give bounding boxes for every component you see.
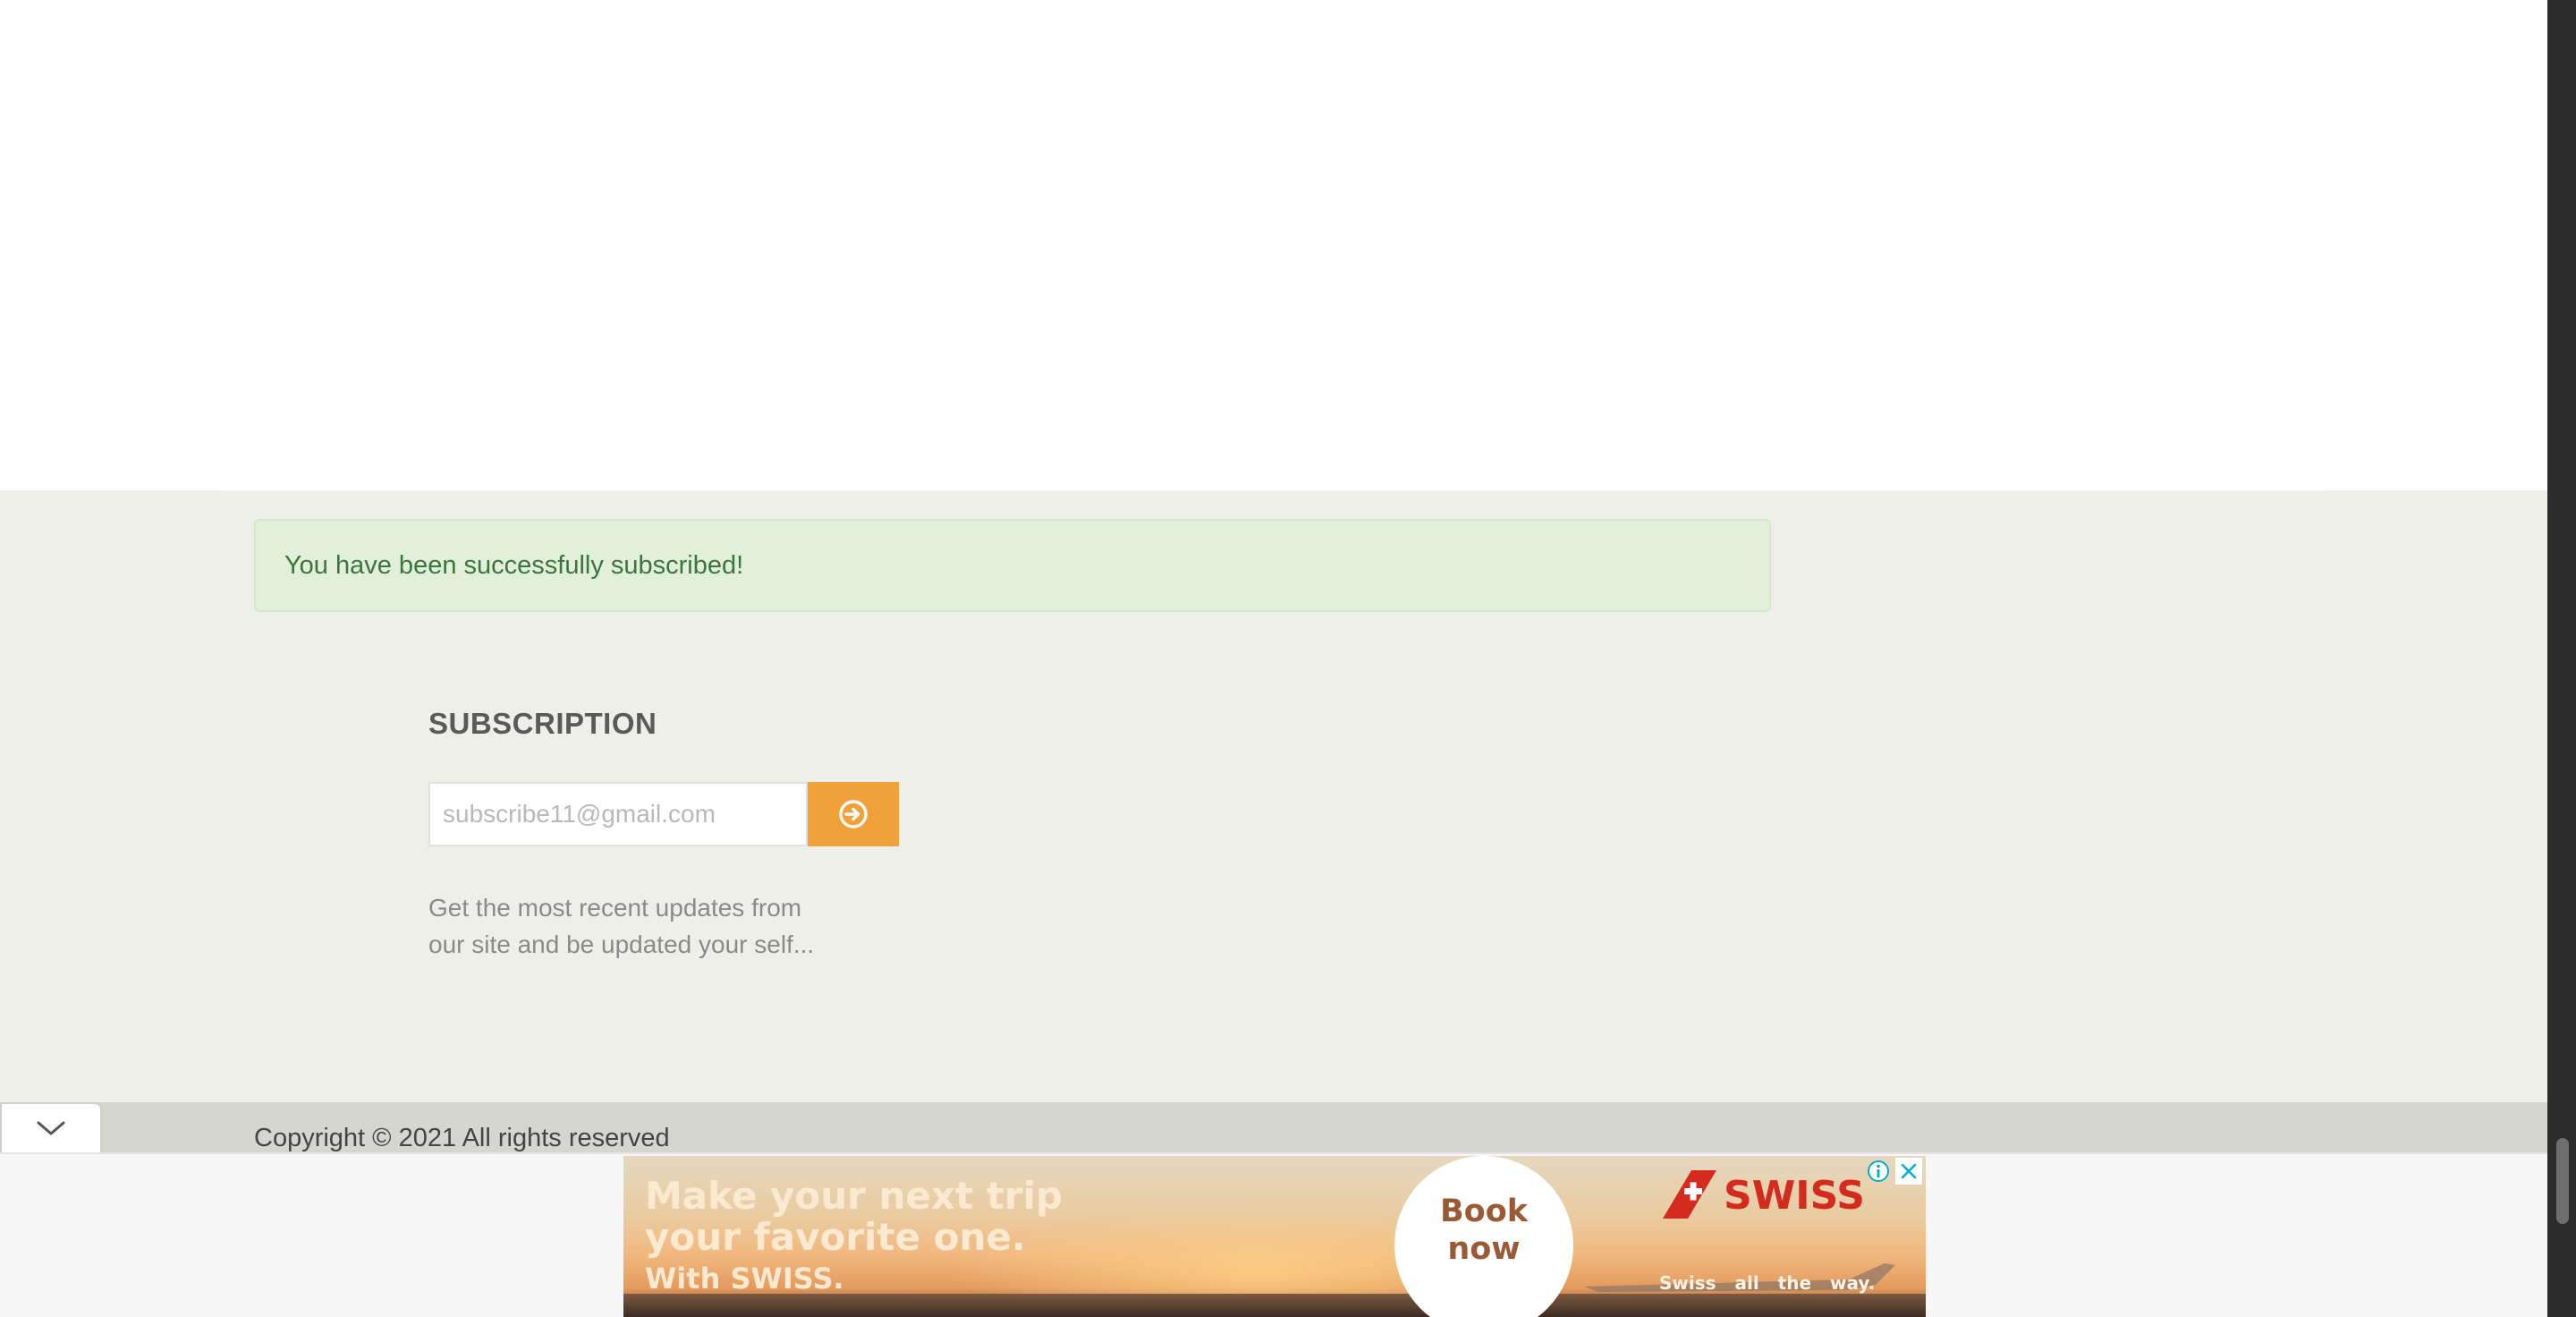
arrow-circle-right-icon xyxy=(839,800,868,828)
scrollbar[interactable] xyxy=(2547,0,2576,1317)
ad-headline: Make your next trip your favorite one. xyxy=(645,1176,1063,1258)
ad-tagline: Swiss all the way. xyxy=(1659,1272,1876,1294)
subscribe-button[interactable] xyxy=(808,782,899,846)
subscription-description: Get the most recent updates from our sit… xyxy=(428,889,894,963)
subscription-description-line2: our site and be updated your self... xyxy=(428,930,815,958)
collapse-ad-button[interactable] xyxy=(0,1102,102,1152)
ad-subline: With SWISS. xyxy=(645,1262,844,1296)
subscription-description-line1: Get the most recent updates from xyxy=(428,894,802,922)
ad-headline-line1: Make your next trip xyxy=(645,1174,1063,1218)
swiss-logo-text: SWISS xyxy=(1724,1173,1865,1219)
book-now-line2: now xyxy=(1447,1231,1521,1267)
alert-message: You have been successfully subscribed! xyxy=(284,551,744,580)
subscription-title: SUBSCRIPTION xyxy=(428,707,657,740)
chevron-down-icon xyxy=(37,1121,65,1135)
swiss-ad-banner[interactable]: Make your next trip your favorite one. W… xyxy=(623,1156,1926,1317)
info-icon[interactable] xyxy=(1865,1158,1892,1185)
book-now-line1: Book xyxy=(1439,1194,1529,1229)
scrollbar-thumb[interactable] xyxy=(2556,1138,2569,1224)
subscription-success-alert: You have been successfully subscribed! xyxy=(254,519,1771,612)
ad-horizon xyxy=(623,1294,1926,1317)
book-now-button[interactable]: Book now xyxy=(1394,1156,1573,1317)
email-field[interactable] xyxy=(428,782,808,846)
close-icon[interactable] xyxy=(1895,1158,1922,1185)
ad-headline-line2: your favorite one. xyxy=(645,1215,1026,1259)
page-content-area xyxy=(0,0,2547,490)
swiss-logo: SWISS xyxy=(1663,1170,1865,1219)
subscription-form xyxy=(428,782,899,846)
copyright-text: Copyright © 2021 All rights reserved xyxy=(254,1124,670,1152)
